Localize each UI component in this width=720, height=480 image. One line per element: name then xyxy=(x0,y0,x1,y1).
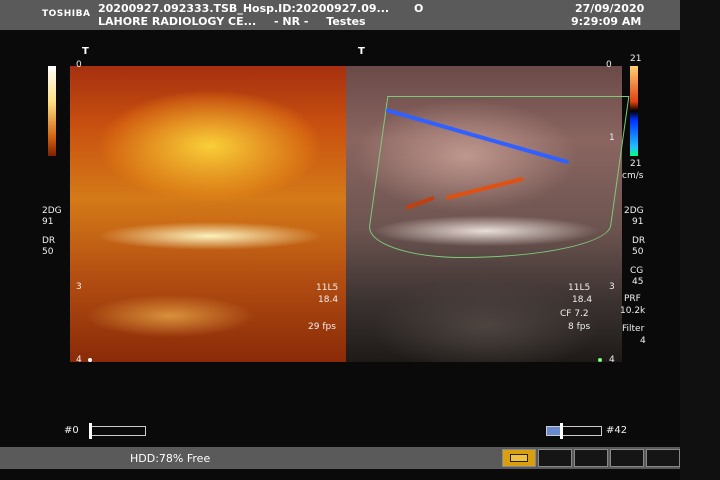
color-frequency: CF 7.2 xyxy=(560,309,589,319)
status-indicator: O xyxy=(414,2,424,15)
right-depth-4: 4 xyxy=(609,355,615,365)
exam-date: 27/09/2020 xyxy=(575,2,645,15)
patient-id: - NR - xyxy=(273,15,309,28)
left-gain-label: 2DG xyxy=(42,206,62,216)
cine-frame-left: #0 xyxy=(64,425,79,436)
velocity-scale-bottom: 21 xyxy=(630,159,642,169)
header-bar: TOSHIBA 20200927.092333.TSB_Hosp.ID:2020… xyxy=(0,0,680,30)
cine-slider-right[interactable] xyxy=(546,423,602,439)
file-id: 20200927.092333.TSB_Hosp.ID:20200927.09.… xyxy=(98,2,390,15)
right-t-marker: T xyxy=(358,46,365,57)
right-depth-1: 1 xyxy=(609,133,615,143)
cine-progress-fill xyxy=(547,427,561,435)
right-dr-label: DR xyxy=(632,236,646,246)
prf-label: PRF xyxy=(624,294,641,304)
left-dr-label: DR xyxy=(42,236,56,246)
right-gain-value: 91 xyxy=(632,217,644,227)
hdd-status: HDD:78% Free xyxy=(130,452,211,465)
right-gain-label: 2DG xyxy=(624,206,644,216)
prf-value: 10.2k xyxy=(620,306,646,316)
status-bar: HDD:78% Free xyxy=(0,447,680,469)
filter-label: Filter xyxy=(622,324,645,334)
storage-button-5[interactable] xyxy=(646,449,680,467)
left-probe: 11L5 xyxy=(316,283,339,293)
color-roi-box xyxy=(364,96,630,258)
right-depth-0: 0 xyxy=(606,60,612,70)
hospital-name: LAHORE RADIOLOGY CE... xyxy=(98,15,257,28)
storage-button-2[interactable] xyxy=(538,449,572,467)
right-depth-value: 18.4 xyxy=(572,295,593,305)
exam-time: 9:29:09 AM xyxy=(571,15,642,28)
storage-button-3[interactable] xyxy=(574,449,608,467)
right-dr-value: 50 xyxy=(632,247,644,257)
grayscale-map-bar xyxy=(48,66,56,156)
velocity-unit: cm/s xyxy=(622,171,644,181)
right-depth-marker xyxy=(598,358,602,362)
bmode-image-left xyxy=(70,66,346,362)
right-depth-3: 3 xyxy=(609,282,615,292)
color-gain-value: 45 xyxy=(632,277,644,287)
cine-slider-left[interactable] xyxy=(89,423,146,439)
right-probe: 11L5 xyxy=(568,283,591,293)
left-depth-4: 4 xyxy=(76,355,82,365)
exam-name: Testes xyxy=(326,15,366,28)
side-panel xyxy=(680,0,720,480)
cine-knob-left[interactable] xyxy=(89,423,92,439)
filter-value: 4 xyxy=(640,336,646,346)
velocity-color-bar xyxy=(630,66,638,156)
left-depth-0: 0 xyxy=(76,60,82,70)
storage-button-4[interactable] xyxy=(610,449,644,467)
left-frame-rate: 29 fps xyxy=(308,322,336,332)
tape-icon xyxy=(510,454,528,462)
brand-logo: TOSHIBA xyxy=(42,9,91,19)
left-t-marker: T xyxy=(82,46,89,57)
right-frame-rate: 8 fps xyxy=(568,322,591,332)
left-dr-value: 50 xyxy=(42,247,54,257)
cine-frame-right: #42 xyxy=(606,425,628,436)
left-depth-marker xyxy=(88,358,92,362)
color-gain-label: CG xyxy=(630,266,644,276)
left-gain-value: 91 xyxy=(42,217,54,227)
storage-button-1[interactable] xyxy=(502,449,536,467)
left-depth-3: 3 xyxy=(76,282,82,292)
patient-info: LAHORE RADIOLOGY CE... - NR - Testes xyxy=(98,15,380,28)
left-depth-value: 18.4 xyxy=(318,295,339,305)
cine-knob-right[interactable] xyxy=(559,423,563,439)
velocity-scale-top: 21 xyxy=(630,54,642,64)
